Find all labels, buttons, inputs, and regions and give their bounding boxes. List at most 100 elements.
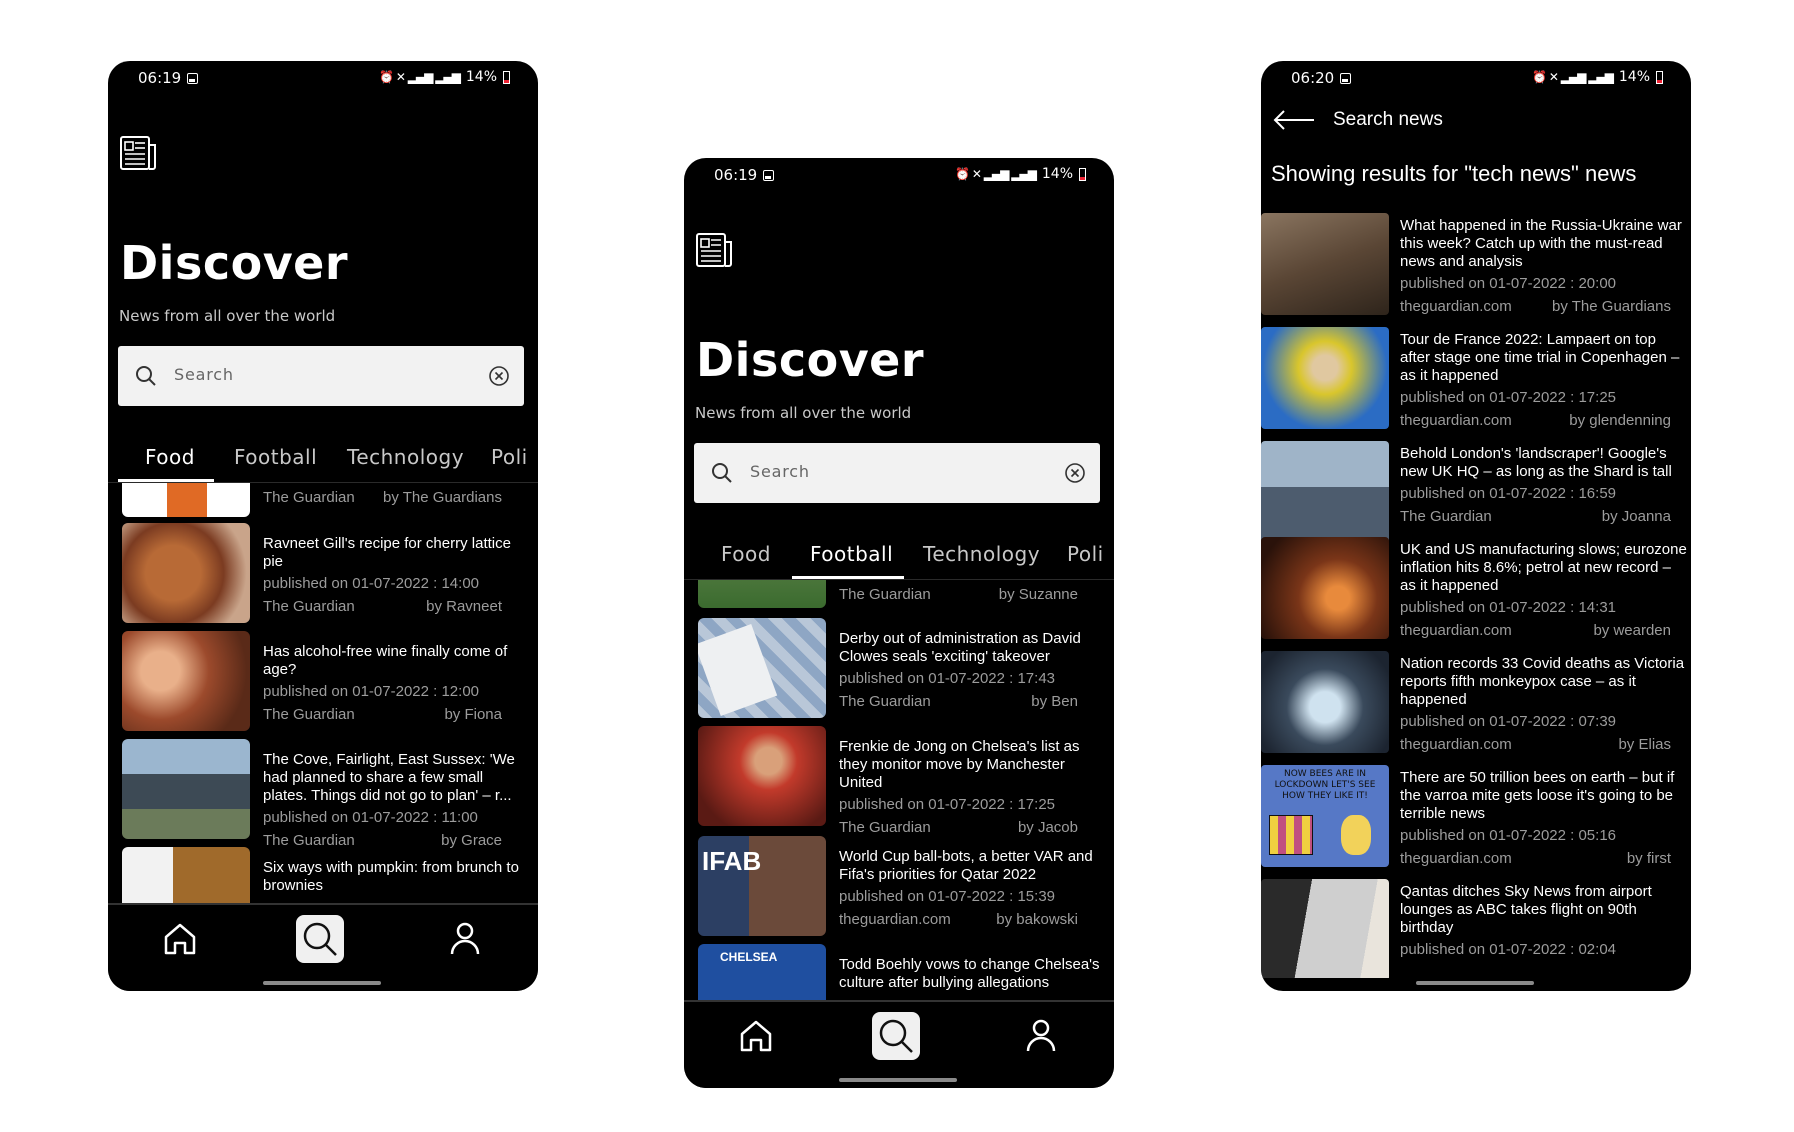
article-date: published on 01-07-2022 : 14:31 <box>1400 599 1617 616</box>
article-date: published on 01-07-2022 : 14:00 <box>263 575 480 592</box>
tab-politics[interactable]: Poli <box>1067 542 1104 566</box>
article-card[interactable]: Ravneet Gill's recipe for cherry lattice… <box>108 523 538 627</box>
article-source: theguardian.com <box>1400 850 1512 867</box>
article-card[interactable]: IFAB World Cup ball-bots, a better VAR a… <box>684 836 1114 940</box>
article-card[interactable]: UK and US manufacturing slows; eurozone … <box>1261 537 1691 647</box>
search-icon <box>712 463 732 483</box>
article-source: The Guardian <box>839 819 931 836</box>
article-thumbnail <box>1261 651 1389 753</box>
article-date: published on 01-07-2022 : 17:25 <box>1400 389 1617 406</box>
home-icon[interactable] <box>156 915 204 963</box>
article-title: Has alcohol-free wine finally come of ag… <box>263 643 508 678</box>
article-author: by bakowski <box>996 911 1078 928</box>
category-tabs: Food Football Technology Poli <box>108 439 538 483</box>
bottom-nav <box>108 903 538 991</box>
article-title: Six ways with pumpkin: from brunch to br… <box>263 859 519 894</box>
clear-icon[interactable] <box>1064 462 1086 484</box>
tab-food[interactable]: Food <box>721 542 771 566</box>
article-card[interactable]: Tour de France 2022: Lampaert on top aft… <box>1261 327 1691 437</box>
article-card[interactable]: Has alcohol-free wine finally come of ag… <box>108 631 538 735</box>
article-card[interactable]: The Guardian by The Guardians <box>108 483 538 521</box>
tab-technology[interactable]: Technology <box>923 542 1040 566</box>
tab-food[interactable]: Food <box>145 445 195 469</box>
active-tab-indicator <box>118 479 214 482</box>
battery-icon <box>1079 167 1086 181</box>
battery-icon <box>1656 70 1663 84</box>
search-input[interactable]: Search <box>694 443 1100 503</box>
gallery-notification-icon <box>763 169 775 181</box>
article-thumbnail <box>122 483 250 517</box>
article-date: published on 01-07-2022 : 11:00 <box>263 809 478 826</box>
article-card[interactable]: Behold London's 'landscraper'! Google's … <box>1261 441 1691 551</box>
article-card[interactable]: The Cove, Fairlight, East Sussex: 'We ha… <box>108 739 538 849</box>
article-card[interactable]: Nation records 33 Covid deaths as Victor… <box>1261 651 1691 761</box>
article-source: The Guardian <box>263 706 355 723</box>
gesture-bar[interactable] <box>263 981 381 985</box>
article-thumbnail <box>698 580 826 608</box>
article-title: UK and US manufacturing slows; eurozone … <box>1400 541 1687 594</box>
tab-technology[interactable]: Technology <box>347 445 464 469</box>
article-card[interactable]: Qantas ditches Sky News from airport lou… <box>1261 879 1691 978</box>
search-nav-icon[interactable] <box>296 915 344 963</box>
article-title: Tour de France 2022: Lampaert on top aft… <box>1400 331 1680 384</box>
article-card[interactable]: Six ways with pumpkin: from brunch to br… <box>108 847 538 905</box>
search-placeholder: Search <box>750 462 810 481</box>
article-author: by first <box>1626 850 1671 867</box>
article-source: theguardian.com <box>1400 412 1512 429</box>
article-title: Ravneet Gill's recipe for cherry lattice… <box>263 535 511 570</box>
article-list: The Guardian by The Guardians Ravneet Gi… <box>108 483 538 905</box>
tab-politics[interactable]: Poli <box>491 445 528 469</box>
gesture-bar[interactable] <box>1416 981 1534 985</box>
thumb-text: CHELSEA <box>720 950 778 964</box>
article-thumbnail <box>698 618 826 718</box>
article-thumbnail <box>122 847 250 905</box>
article-thumbnail: IFAB <box>698 836 826 936</box>
signal-icons: ⏰ ✕ ▂▄▆ ▂▄▆ <box>379 70 461 84</box>
battery-percent: 14% <box>1041 166 1073 182</box>
article-author: by The Guardians <box>383 489 502 506</box>
article-thumbnail <box>1261 327 1389 429</box>
clear-icon[interactable] <box>488 365 510 387</box>
article-card[interactable]: What happened in the Russia-Ukraine war … <box>1261 213 1691 323</box>
article-card[interactable]: NOW BEES ARE IN LOCKDOWN LET'S SEE HOW T… <box>1261 765 1691 875</box>
search-input[interactable]: Search <box>118 346 524 406</box>
article-title: Derby out of administration as David Clo… <box>839 630 1081 665</box>
search-nav-icon[interactable] <box>872 1012 920 1060</box>
article-thumbnail <box>1261 879 1389 978</box>
back-navigation[interactable]: Search news <box>1273 109 1443 131</box>
battery-percent: 14% <box>1618 69 1650 85</box>
article-thumbnail: CHELSEA <box>698 944 826 1002</box>
article-source: The Guardian <box>263 489 355 506</box>
phone-discover-football: 06:19 ⏰ ✕ ▂▄▆ ▂▄▆ 14% Discover News from … <box>684 158 1114 1088</box>
thumb-text: IFAB <box>702 846 762 876</box>
profile-icon[interactable] <box>441 915 489 963</box>
page-subtitle: News from all over the world <box>119 307 336 325</box>
article-card[interactable]: Derby out of administration as David Clo… <box>684 618 1114 722</box>
article-title: Nation records 33 Covid deaths as Victor… <box>1400 655 1685 708</box>
battery-percent: 14% <box>465 69 497 85</box>
page-title: Discover <box>120 236 349 290</box>
article-thumbnail <box>122 523 250 623</box>
signal-icons: ⏰ ✕ ▂▄▆ ▂▄▆ <box>955 167 1037 181</box>
article-card[interactable]: CHELSEA Todd Boehly vows to change Chels… <box>684 944 1114 1002</box>
article-card[interactable]: The Guardian by Suzanne <box>684 580 1114 612</box>
tab-football[interactable]: Football <box>810 542 893 566</box>
signal-icons: ⏰ ✕ ▂▄▆ ▂▄▆ <box>1532 70 1614 84</box>
article-card[interactable]: Frenkie de Jong on Chelsea's list as the… <box>684 726 1114 836</box>
tab-football[interactable]: Football <box>234 445 317 469</box>
article-date: published on 01-07-2022 : 20:00 <box>1400 275 1617 292</box>
article-source: The Guardian <box>1400 508 1492 525</box>
article-date: published on 01-07-2022 : 17:43 <box>839 670 1056 687</box>
article-thumbnail <box>122 739 250 839</box>
home-icon[interactable] <box>732 1012 780 1060</box>
article-date: published on 01-07-2022 : 12:00 <box>263 683 480 700</box>
bottom-nav <box>684 1000 1114 1088</box>
article-date: published on 01-07-2022 : 15:39 <box>839 888 1056 905</box>
article-title: Behold London's 'landscraper'! Google's … <box>1400 445 1672 480</box>
article-date: published on 01-07-2022 : 05:16 <box>1400 827 1617 844</box>
article-date: published on 01-07-2022 : 02:04 <box>1400 941 1617 958</box>
active-tab-indicator <box>792 576 904 579</box>
gesture-bar[interactable] <box>839 1078 957 1082</box>
back-arrow-icon[interactable] <box>1273 109 1315 131</box>
profile-icon[interactable] <box>1017 1012 1065 1060</box>
